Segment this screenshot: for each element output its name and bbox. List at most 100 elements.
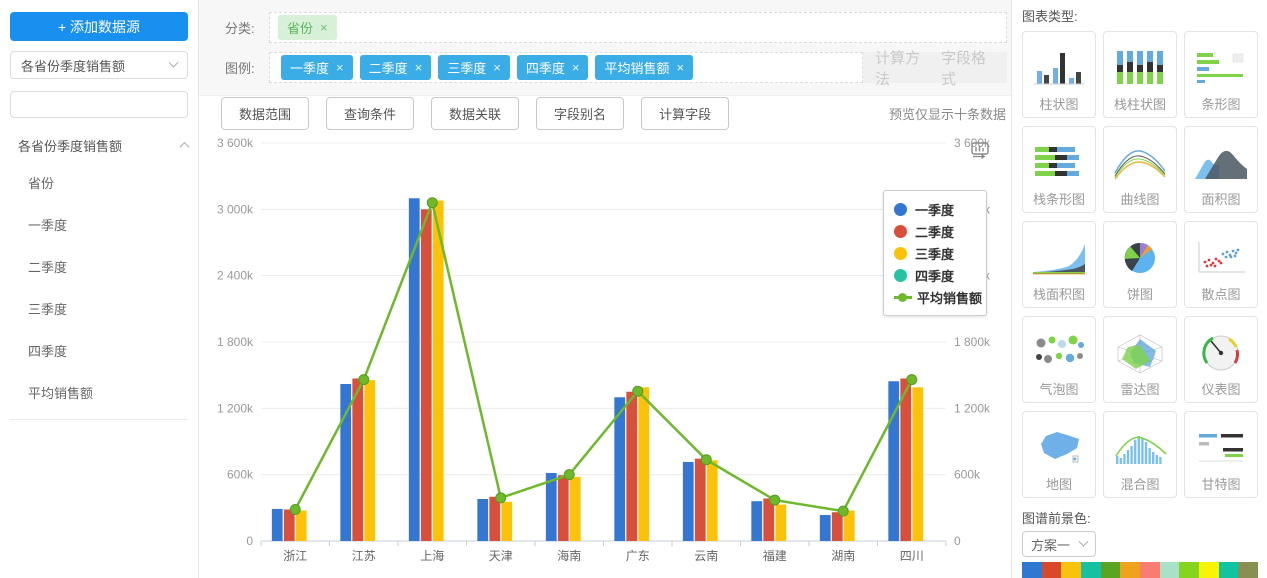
bar[interactable]: [751, 501, 762, 541]
color-swatch[interactable]: [1120, 562, 1140, 578]
bar[interactable]: [638, 387, 649, 541]
line-point[interactable]: [907, 375, 917, 385]
chart-type-label: 曲线图: [1120, 192, 1159, 207]
legend-tag[interactable]: 平均销售额×: [595, 55, 693, 80]
legend-tag[interactable]: 三季度×: [438, 55, 510, 80]
category-tag[interactable]: 省份×: [278, 15, 337, 40]
calc-method-button[interactable]: 计算方法: [875, 47, 929, 89]
bar[interactable]: [570, 477, 581, 541]
line-point[interactable]: [564, 470, 574, 480]
bar[interactable]: [296, 511, 307, 541]
bar[interactable]: [489, 497, 500, 541]
add-datasource-button[interactable]: + 添加数据源: [10, 12, 188, 41]
color-swatch[interactable]: [1219, 562, 1239, 578]
color-swatch[interactable]: [1081, 562, 1101, 578]
bar[interactable]: [626, 392, 637, 541]
bar[interactable]: [707, 460, 718, 541]
bar[interactable]: [477, 499, 488, 541]
chart-type-card-stacked-column[interactable]: 栈柱状图: [1103, 31, 1177, 118]
tag-close-icon[interactable]: ×: [320, 20, 328, 35]
bar[interactable]: [900, 378, 911, 541]
tag-close-icon[interactable]: ×: [572, 60, 580, 75]
color-swatch[interactable]: [1199, 562, 1219, 578]
color-swatch[interactable]: [1061, 562, 1081, 578]
color-swatch[interactable]: [1101, 562, 1121, 578]
legend-item[interactable]: 四季度: [894, 264, 976, 286]
bar[interactable]: [501, 502, 512, 541]
toolbar-button[interactable]: 数据范围: [221, 97, 309, 130]
chart-type-card-radar[interactable]: 雷达图: [1103, 316, 1177, 403]
line-point[interactable]: [838, 506, 848, 516]
bar[interactable]: [775, 505, 786, 541]
legend-tag[interactable]: 四季度×: [517, 55, 589, 80]
bar[interactable]: [364, 380, 375, 541]
toolbar-button[interactable]: 计算字段: [641, 97, 729, 130]
toolbar-button[interactable]: 字段别名: [536, 97, 624, 130]
tag-close-icon[interactable]: ×: [336, 60, 344, 75]
color-swatch[interactable]: [1238, 562, 1258, 578]
line-point[interactable]: [770, 495, 780, 505]
bar[interactable]: [352, 378, 363, 541]
chart-type-card-gantt[interactable]: 甘特图: [1184, 411, 1258, 498]
color-scheme-select[interactable]: 方案一: [1022, 531, 1096, 557]
chart-type-card-bar[interactable]: 条形图: [1184, 31, 1258, 118]
tag-close-icon[interactable]: ×: [415, 60, 423, 75]
chart-type-card-scatter[interactable]: 散点图: [1184, 221, 1258, 308]
bar[interactable]: [683, 462, 694, 541]
color-swatch[interactable]: [1140, 562, 1160, 578]
legend-label: 图例:: [225, 58, 269, 77]
legend-item[interactable]: 平均销售额: [894, 286, 976, 308]
bar[interactable]: [820, 515, 831, 541]
tag-close-icon[interactable]: ×: [676, 60, 684, 75]
bar[interactable]: [558, 475, 569, 541]
line-point[interactable]: [427, 198, 437, 208]
chart-type-card-column[interactable]: 柱状图: [1022, 31, 1096, 118]
color-swatch[interactable]: [1179, 562, 1199, 578]
legend-item[interactable]: 二季度: [894, 220, 976, 242]
line-point[interactable]: [701, 455, 711, 465]
line-point[interactable]: [496, 493, 506, 503]
legend-tag[interactable]: 一季度×: [281, 55, 353, 80]
chart-type-card-area[interactable]: 面积图: [1184, 126, 1258, 213]
field-item[interactable]: 三季度: [10, 287, 188, 329]
datasource-select[interactable]: 各省份季度销售额: [10, 51, 188, 79]
field-item[interactable]: 四季度: [10, 329, 188, 371]
color-scheme-value: 方案一: [1031, 535, 1080, 554]
bar[interactable]: [272, 509, 283, 541]
color-swatch[interactable]: [1160, 562, 1180, 578]
legend-item[interactable]: 三季度: [894, 242, 976, 264]
chart-type-card-curve[interactable]: 曲线图: [1103, 126, 1177, 213]
chart-type-card-stacked-bar[interactable]: 栈条形图: [1022, 126, 1096, 213]
toolbar-button[interactable]: 数据关联: [431, 97, 519, 130]
bar[interactable]: [695, 459, 706, 541]
toolbar-button[interactable]: 查询条件: [326, 97, 414, 130]
bar[interactable]: [433, 200, 444, 541]
line-point[interactable]: [633, 386, 643, 396]
field-item[interactable]: 省份: [10, 161, 188, 203]
tag-close-icon[interactable]: ×: [493, 60, 501, 75]
save-image-icon[interactable]: [969, 138, 991, 160]
category-drop-zone[interactable]: 省份×: [269, 12, 1007, 43]
search-input[interactable]: [19, 97, 195, 112]
field-item[interactable]: 二季度: [10, 245, 188, 287]
chart-type-card-gauge[interactable]: 仪表图: [1184, 316, 1258, 403]
legend-item[interactable]: 一季度: [894, 198, 976, 220]
chart-type-card-mixed[interactable]: 混合图: [1103, 411, 1177, 498]
field-item[interactable]: 一季度: [10, 203, 188, 245]
datasource-section-header[interactable]: 各省份季度销售额: [10, 136, 188, 155]
bar[interactable]: [421, 209, 432, 541]
chart-type-card-pie[interactable]: 饼图: [1103, 221, 1177, 308]
color-swatch[interactable]: [1042, 562, 1062, 578]
chart-type-card-stacked-area[interactable]: 栈面积图: [1022, 221, 1096, 308]
field-format-button[interactable]: 字段格式: [941, 47, 995, 89]
line-point[interactable]: [290, 504, 300, 514]
field-item[interactable]: 平均销售额: [10, 371, 188, 413]
color-swatch[interactable]: [1022, 562, 1042, 578]
bar[interactable]: [832, 512, 843, 541]
bar[interactable]: [912, 387, 923, 541]
chart-type-card-bubble[interactable]: 气泡图: [1022, 316, 1096, 403]
chart-type-card-map[interactable]: 地图: [1022, 411, 1096, 498]
legend-tag[interactable]: 二季度×: [360, 55, 432, 80]
line-point[interactable]: [359, 375, 369, 385]
legend-drop-zone[interactable]: 一季度× 二季度×三季度× 四季度×平均销售额×: [269, 52, 863, 83]
